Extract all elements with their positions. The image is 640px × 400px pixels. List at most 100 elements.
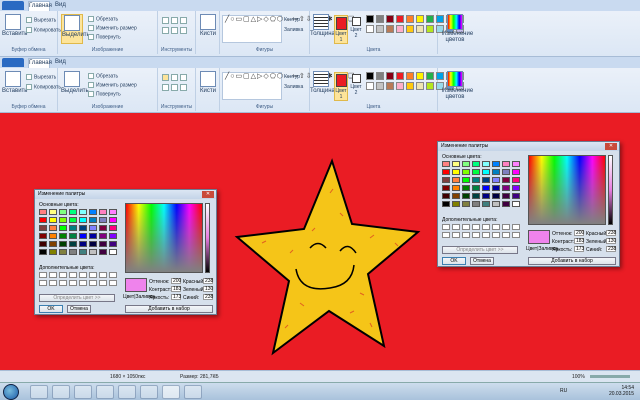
select-button[interactable]: Выделить <box>61 14 90 44</box>
basic-color-swatch[interactable] <box>39 225 47 231</box>
add-custom-button-2[interactable]: Добавить в набор <box>528 257 616 265</box>
basic-color-swatch[interactable] <box>492 169 500 175</box>
basic-color-swatch[interactable] <box>39 209 47 215</box>
palette-swatch[interactable] <box>386 82 394 90</box>
resize-button[interactable]: Изменить размер <box>88 25 137 31</box>
basic-color-swatch[interactable] <box>39 249 47 255</box>
basic-color-swatch[interactable] <box>79 217 87 223</box>
custom-color-swatch[interactable] <box>442 232 450 238</box>
basic-color-swatch[interactable] <box>452 169 460 175</box>
tab-file[interactable] <box>2 1 24 10</box>
basic-color-swatch[interactable] <box>49 209 57 215</box>
picker-icon[interactable] <box>171 27 178 34</box>
basic-color-swatch[interactable] <box>452 193 460 199</box>
palette-swatch[interactable] <box>406 82 414 90</box>
basic-color-swatch[interactable] <box>39 217 47 223</box>
custom-color-swatch[interactable] <box>452 232 460 238</box>
basic-color-swatch[interactable] <box>59 209 67 215</box>
basic-color-swatch[interactable] <box>49 225 57 231</box>
basic-color-swatch[interactable] <box>99 249 107 255</box>
basic-color-swatch[interactable] <box>482 169 490 175</box>
basic-color-swatch[interactable] <box>69 249 77 255</box>
paste-button-2[interactable]: Вставить <box>2 71 27 101</box>
basic-color-swatch[interactable] <box>69 209 77 215</box>
define-color-button-2[interactable]: Определить цвет >> <box>442 246 518 254</box>
basic-color-swatch[interactable] <box>502 161 510 167</box>
basic-color-swatch[interactable] <box>462 201 470 207</box>
basic-color-swatch[interactable] <box>39 233 47 239</box>
hue-input-2[interactable]: 200 <box>574 230 584 236</box>
pencil-icon[interactable] <box>162 17 169 24</box>
eraser-icon[interactable] <box>162 84 169 91</box>
custom-color-swatch[interactable] <box>79 272 87 278</box>
hue-input[interactable]: 200 <box>171 278 181 284</box>
palette-swatch[interactable] <box>376 72 384 80</box>
basic-color-swatch[interactable] <box>89 233 97 239</box>
basic-color-swatch[interactable] <box>472 201 480 207</box>
custom-color-swatch[interactable] <box>452 224 460 230</box>
magnifier-icon[interactable] <box>180 27 187 34</box>
taskbar-skype-icon[interactable] <box>118 385 136 399</box>
basic-color-swatch[interactable] <box>59 249 67 255</box>
basic-color-swatch[interactable] <box>59 233 67 239</box>
basic-color-swatch[interactable] <box>69 241 77 247</box>
basic-color-swatch[interactable] <box>109 217 117 223</box>
color1-button-2[interactable]: Цвет 1 <box>334 72 348 101</box>
fill-icon[interactable] <box>171 17 178 24</box>
green-input[interactable]: 130 <box>203 286 213 292</box>
basic-color-swatch[interactable] <box>89 209 97 215</box>
basic-color-swatch[interactable] <box>472 177 480 183</box>
custom-color-swatch[interactable] <box>89 280 97 286</box>
basic-color-swatch[interactable] <box>89 241 97 247</box>
basic-color-swatch[interactable] <box>482 201 490 207</box>
custom-color-swatch[interactable] <box>492 224 500 230</box>
clock[interactable]: 14:54 20.03.2015 <box>609 385 634 397</box>
tab-file-2[interactable] <box>2 58 24 67</box>
basic-color-swatch[interactable] <box>512 193 520 199</box>
palette-swatch[interactable] <box>406 72 414 80</box>
palette-swatch[interactable] <box>386 25 394 33</box>
custom-color-swatch[interactable] <box>49 280 57 286</box>
fill-shape-button-2[interactable]: Заливка <box>284 84 303 90</box>
size-button[interactable]: Толщина <box>310 14 335 44</box>
green-input-2[interactable]: 130 <box>606 238 616 244</box>
cut-button[interactable]: Вырезать <box>26 17 56 23</box>
color1-button[interactable]: Цвет 1 <box>334 15 348 44</box>
basic-color-swatch[interactable] <box>512 177 520 183</box>
basic-color-swatch[interactable] <box>442 193 450 199</box>
luminance-slider[interactable] <box>205 203 210 273</box>
basic-color-swatch[interactable] <box>109 233 117 239</box>
basic-color-swatch[interactable] <box>89 249 97 255</box>
palette-swatch[interactable] <box>366 82 374 90</box>
custom-color-swatch[interactable] <box>482 224 490 230</box>
basic-color-swatch[interactable] <box>452 185 460 191</box>
basic-color-swatch[interactable] <box>442 177 450 183</box>
basic-color-swatch[interactable] <box>99 225 107 231</box>
picker-icon[interactable] <box>171 84 178 91</box>
basic-color-swatch[interactable] <box>109 249 117 255</box>
eraser-icon[interactable] <box>162 27 169 34</box>
blue-input-2[interactable]: 238 <box>606 246 616 252</box>
custom-color-swatch[interactable] <box>482 232 490 238</box>
basic-color-swatch[interactable] <box>502 177 510 183</box>
basic-color-swatch[interactable] <box>512 201 520 207</box>
basic-swatches-2[interactable] <box>442 161 520 207</box>
palette-swatch[interactable] <box>416 72 424 80</box>
basic-swatches[interactable] <box>39 209 117 255</box>
basic-color-swatch[interactable] <box>502 169 510 175</box>
palette-swatch[interactable] <box>416 25 424 33</box>
cut-button-2[interactable]: Вырезать <box>26 74 56 80</box>
start-button[interactable] <box>3 384 19 400</box>
sat-input[interactable]: 183 <box>171 286 181 292</box>
basic-color-swatch[interactable] <box>442 185 450 191</box>
basic-color-swatch[interactable] <box>109 225 117 231</box>
custom-color-swatch[interactable] <box>99 280 107 286</box>
palette-swatch[interactable] <box>376 82 384 90</box>
lum-input-2[interactable]: 173 <box>574 246 584 252</box>
palette-swatch[interactable] <box>366 25 374 33</box>
red-input-2[interactable]: 238 <box>606 230 616 236</box>
basic-color-swatch[interactable] <box>452 161 460 167</box>
custom-swatches[interactable] <box>39 272 117 286</box>
color-spectrum-2[interactable] <box>528 155 606 225</box>
custom-color-swatch[interactable] <box>79 280 87 286</box>
